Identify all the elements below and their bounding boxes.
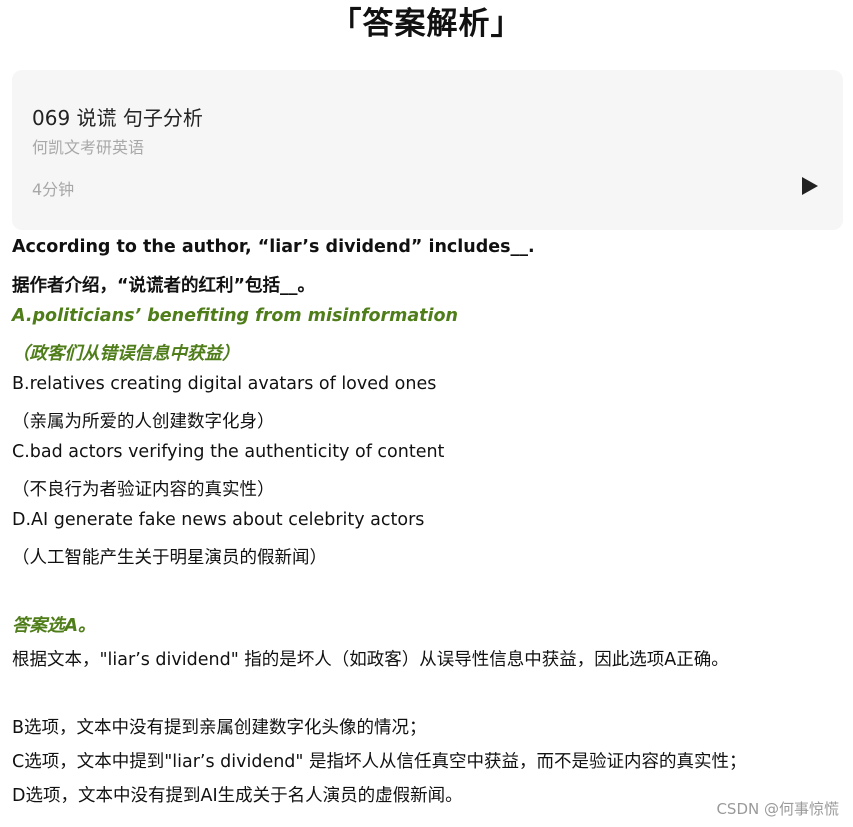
audio-card[interactable]: 069 说谎 句子分析 何凯文考研英语 4分钟 bbox=[12, 70, 843, 230]
play-button[interactable] bbox=[800, 176, 820, 196]
audio-author: 何凯文考研英语 bbox=[32, 138, 145, 157]
audio-duration: 4分钟 bbox=[32, 180, 75, 199]
note-c: C选项，文本中提到"liar’s dividend" 是指坏人从信任真空中获益，… bbox=[12, 752, 747, 772]
answer-label: 答案选A。 bbox=[12, 616, 96, 636]
option-c-en: C.bad actors verifying the authenticity … bbox=[12, 442, 445, 462]
note-b: B选项，文本中没有提到亲属创建数字化头像的情况； bbox=[12, 718, 427, 738]
question-zh: 据作者介绍，“说谎者的红利”包括__。 bbox=[12, 276, 316, 296]
play-icon bbox=[802, 177, 818, 195]
option-b-zh: （亲属为所爱的人创建数字化身） bbox=[12, 412, 275, 432]
option-d-zh: （人工智能产生关于明星演员的假新闻） bbox=[12, 548, 327, 568]
page-title: 「答案解析」 bbox=[330, 6, 523, 42]
option-a-en: A.politicians’ benefiting from misinform… bbox=[12, 306, 459, 326]
audio-title: 069 说谎 句子分析 bbox=[32, 106, 203, 130]
option-a-zh: （政客们从错误信息中获益） bbox=[12, 344, 240, 364]
note-d: D选项，文本中没有提到AI生成关于名人演员的虚假新闻。 bbox=[12, 786, 463, 806]
answer-explanation: 根据文本，"liar’s dividend" 指的是坏人（如政客）从误导性信息中… bbox=[12, 650, 729, 670]
option-b-en: B.relatives creating digital avatars of … bbox=[12, 374, 437, 394]
option-d-en: D.AI generate fake news about celebrity … bbox=[12, 510, 425, 530]
option-c-zh: （不良行为者验证内容的真实性） bbox=[12, 480, 275, 500]
csdn-watermark: CSDN @何事惊慌 bbox=[716, 800, 839, 818]
question-en: According to the author, “liar’s dividen… bbox=[12, 237, 535, 257]
